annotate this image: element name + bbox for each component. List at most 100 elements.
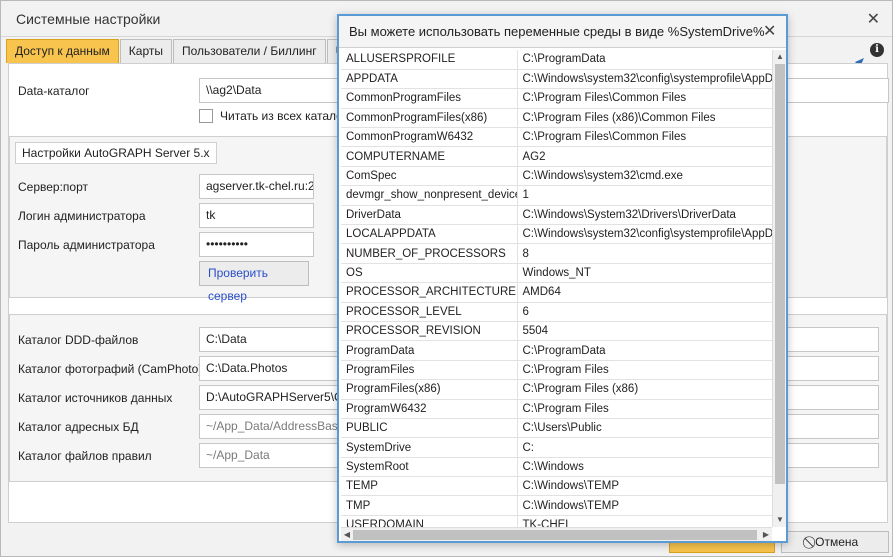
env-var-name[interactable]: PROCESSOR_REVISION — [341, 321, 518, 342]
scroll-down-icon[interactable]: ▼ — [775, 515, 785, 525]
env-var-name[interactable]: ProgramW6432 — [341, 399, 518, 419]
env-var-name[interactable]: NUMBER_OF_PROCESSORS — [341, 243, 518, 264]
scroll-up-icon[interactable]: ▲ — [775, 52, 785, 62]
table-row[interactable]: DriverData C:\Windows\System32\Drivers\Dr… — [341, 205, 772, 226]
env-var-value[interactable]: C:\ProgramData — [517, 50, 772, 70]
env-var-name[interactable]: COMPUTERNAME — [341, 146, 518, 167]
close-icon[interactable]: ✕ — [867, 9, 880, 29]
env-var-name[interactable]: ComSpec — [341, 166, 518, 187]
table-row[interactable]: CommonProgramFiles(x86) C:\Program Files … — [341, 108, 772, 129]
env-var-value[interactable]: C:\Program Files\Common Files — [517, 88, 772, 109]
env-var-value[interactable]: C:\Program Files (x86)\Common Files — [517, 108, 772, 129]
table-row[interactable]: PROCESSOR_LEVEL 6 — [341, 302, 772, 322]
env-var-name[interactable]: USERDOMAIN — [341, 515, 518, 527]
scroll-right-icon[interactable]: ▶ — [761, 530, 771, 540]
ddd-dir-label: Каталог DDD-файлов — [18, 333, 139, 347]
env-var-value[interactable]: 6 — [517, 302, 772, 322]
env-var-name[interactable]: CommonProgramW6432 — [341, 127, 518, 148]
admin-password-input[interactable]: •••••••••• — [199, 232, 314, 257]
env-var-name[interactable]: OS — [341, 263, 518, 284]
env-var-value[interactable]: C:\Program Files — [517, 399, 772, 419]
env-var-value[interactable]: C:\Program Files — [517, 360, 772, 381]
env-var-value[interactable]: C:\Windows — [517, 457, 772, 478]
table-row[interactable]: NUMBER_OF_PROCESSORS 8 — [341, 243, 772, 264]
env-var-value[interactable]: AMD64 — [517, 282, 772, 303]
table-row[interactable]: USERDOMAIN TK-CHEL — [341, 515, 772, 527]
scroll-left-icon[interactable]: ◀ — [342, 530, 352, 540]
table-row[interactable]: CommonProgramW6432 C:\Program Files\Commo… — [341, 127, 772, 148]
vertical-scrollbar[interactable]: ▲ ▼ — [772, 50, 786, 527]
env-var-name[interactable]: devmgr_show_nonpresent_devices — [341, 185, 518, 206]
table-row[interactable]: TMP C:\Windows\TEMP — [341, 495, 772, 516]
env-var-value[interactable]: C:\Windows\system32\config\systemprofile… — [517, 69, 772, 90]
tab-data-access[interactable]: Доступ к данным — [6, 39, 119, 63]
table-row[interactable]: ALLUSERSPROFILE C:\ProgramData — [341, 50, 772, 70]
env-var-value[interactable]: C:\Users\Public — [517, 418, 772, 439]
cancel-button[interactable]: ⃠ Отмена — [781, 531, 889, 553]
tab-users-billing[interactable]: Пользователи / Биллинг — [173, 39, 326, 63]
info-icon[interactable]: i — [870, 43, 884, 57]
table-row[interactable]: PUBLIC C:\Users\Public — [341, 418, 772, 439]
env-var-value[interactable]: C:\Windows\system32\cmd.exe — [517, 166, 772, 187]
env-var-name[interactable]: TEMP — [341, 476, 518, 497]
table-row[interactable]: TEMP C:\Windows\TEMP — [341, 476, 772, 497]
env-var-value[interactable]: AG2 — [517, 146, 772, 167]
env-var-value[interactable]: C:\ProgramData — [517, 340, 772, 361]
horizontal-scrollbar[interactable]: ◀ ▶ — [341, 527, 772, 541]
env-var-name[interactable]: PUBLIC — [341, 418, 518, 439]
table-row[interactable]: CommonProgramFiles C:\Program Files\Commo… — [341, 88, 772, 109]
photo-dir-label: Каталог фотографий (CamPhoto) — [18, 362, 203, 376]
table-row[interactable]: PROCESSOR_ARCHITECTURE AMD64 — [341, 282, 772, 303]
env-var-name[interactable]: SystemDrive — [341, 437, 518, 458]
env-var-value[interactable]: C:\Windows\TEMP — [517, 495, 772, 516]
env-var-value[interactable]: TK-CHEL — [517, 515, 772, 527]
env-var-name[interactable]: CommonProgramFiles(x86) — [341, 108, 518, 129]
env-var-name[interactable]: ProgramFiles — [341, 360, 518, 381]
env-var-name[interactable]: ProgramFiles(x86) — [341, 379, 518, 400]
env-var-value[interactable]: C:\Program Files (x86) — [517, 379, 772, 400]
table-row[interactable]: OS Windows_NT — [341, 263, 772, 284]
cancel-label: Отмена — [815, 535, 859, 549]
read-all-checkbox[interactable] — [199, 109, 213, 123]
table-row[interactable]: APPDATA C:\Windows\system32\config\system… — [341, 69, 772, 90]
env-var-value[interactable]: 5504 — [517, 321, 772, 342]
table-row[interactable]: ProgramData C:\ProgramData — [341, 340, 772, 361]
env-var-name[interactable]: TMP — [341, 495, 518, 516]
env-var-value[interactable]: C:\Windows\TEMP — [517, 476, 772, 497]
env-var-value[interactable]: C:\Windows\system32\config\systemprofile… — [517, 224, 772, 245]
env-var-name[interactable]: PROCESSOR_ARCHITECTURE — [341, 282, 518, 303]
table-row[interactable]: COMPUTERNAME AG2 — [341, 146, 772, 167]
table-row[interactable]: devmgr_show_nonpresent_devices 1 — [341, 185, 772, 206]
admin-login-input[interactable]: tk — [199, 203, 314, 228]
table-row[interactable]: ProgramFiles C:\Program Files — [341, 360, 772, 381]
table-row[interactable]: ProgramW6432 C:\Program Files — [341, 399, 772, 419]
env-var-name[interactable]: ProgramData — [341, 340, 518, 361]
table-row[interactable]: ComSpec C:\Windows\system32\cmd.exe — [341, 166, 772, 187]
env-var-name[interactable]: PROCESSOR_LEVEL — [341, 302, 518, 322]
env-var-name[interactable]: APPDATA — [341, 69, 518, 90]
vertical-scroll-thumb[interactable] — [775, 64, 785, 484]
table-row[interactable]: SystemDrive C: — [341, 437, 772, 458]
tab-maps[interactable]: Карты — [119, 39, 172, 63]
table-row[interactable]: PROCESSOR_REVISION 5504 — [341, 321, 772, 342]
env-var-value[interactable]: C:\Windows\System32\Drivers\DriverData — [517, 205, 772, 226]
table-row[interactable]: LOCALAPPDATA C:\Windows\system32\config\s… — [341, 224, 772, 245]
close-icon[interactable]: ✕ — [763, 21, 776, 41]
env-var-value[interactable]: C: — [517, 437, 772, 458]
env-var-name[interactable]: CommonProgramFiles — [341, 88, 518, 109]
server-port-input[interactable]: agserver.tk-chel.ru:2230 — [199, 174, 314, 199]
sources-dir-label: Каталог источников данных — [18, 391, 173, 405]
check-server-button[interactable]: Проверить сервер — [199, 261, 309, 303]
env-var-value[interactable]: Windows_NT — [517, 263, 772, 284]
env-var-name[interactable]: DriverData — [341, 205, 518, 226]
env-var-value[interactable]: 1 — [517, 185, 772, 206]
horizontal-scroll-thumb[interactable] — [353, 530, 757, 540]
env-var-name[interactable]: ALLUSERSPROFILE — [341, 50, 518, 70]
table-row[interactable]: SystemRoot C:\Windows — [341, 457, 772, 478]
server-port-label: Сервер:порт — [18, 180, 89, 194]
env-var-value[interactable]: C:\Program Files\Common Files — [517, 127, 772, 148]
table-row[interactable]: ProgramFiles(x86) C:\Program Files (x86) — [341, 379, 772, 400]
env-var-name[interactable]: LOCALAPPDATA — [341, 224, 518, 245]
env-var-name[interactable]: SystemRoot — [341, 457, 518, 478]
env-var-value[interactable]: 8 — [517, 243, 772, 264]
